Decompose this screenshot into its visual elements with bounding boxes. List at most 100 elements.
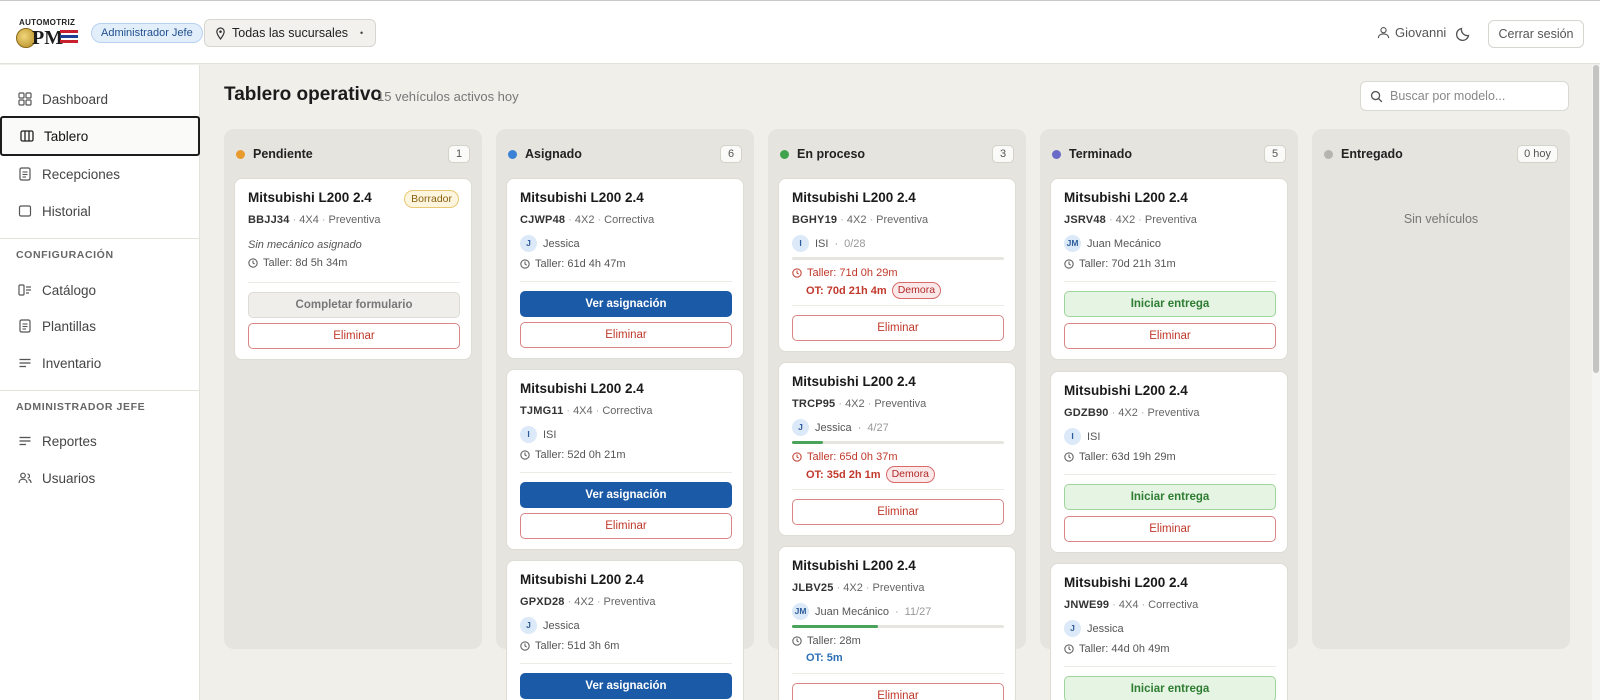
card-model: Mitsubishi L200 2.4 [520,381,644,396]
scrollbar-thumb[interactable] [1593,65,1599,373]
catalog-icon [18,284,31,296]
view-assignment-button[interactable]: Ver asignación [520,673,732,699]
complete-form-button[interactable]: Completar formulario [248,292,460,318]
delete-button[interactable]: Eliminar [792,499,1004,525]
users-icon [18,472,32,484]
status-dot [236,149,245,159]
vehicle-card[interactable]: Mitsubishi L200 2.4 Borrador BBJJ34 · 4X4 ·… [234,178,472,360]
card-model: Mitsubishi L200 2.4 [792,374,916,389]
avatar: J [520,235,537,252]
avatar: I [520,426,537,443]
card-type: Preventiva [872,582,925,594]
avatar: JM [1064,235,1081,252]
clock-icon [1064,644,1074,654]
status-dot [1052,149,1061,159]
column-count: 1 [448,145,470,163]
vehicle-card[interactable]: Mitsubishi L200 2.4 JNWE99 · 4X4 · Correctiv… [1050,563,1288,700]
progress-fill [792,441,824,444]
card-divider [792,673,1004,674]
card-divider [792,305,1004,306]
workshop-time-label: Taller: 63d 19h 29m [1079,451,1176,463]
ot-time: OT: 35d 2h 1m Demora [806,466,935,483]
card-traction: 4X2 [574,596,594,608]
clock-icon [792,452,802,462]
vehicle-card[interactable]: Mitsubishi L200 2.4 TRCP95 · 4X2 · Preventiv… [778,362,1016,536]
workshop-time-label: Taller: 70d 21h 31m [1079,258,1176,270]
user-name: Giovanni [1395,25,1447,40]
vehicle-card[interactable]: Mitsubishi L200 2.4 CJWP48 · 4X2 · Correctiv… [506,178,744,359]
company-logo[interactable]: AUTOMOTRIZ PM [16,16,80,50]
column-header: Terminado 5 [1052,145,1286,163]
delete-button[interactable]: Eliminar [792,683,1004,700]
sidebar-item-tablero[interactable]: Tablero [0,116,200,156]
sidebar-item-plantillas[interactable]: Plantillas [0,307,200,345]
sidebar-item-usuarios[interactable]: Usuarios [0,459,200,497]
card-meta: GPXD28 · 4X2 · Preventiva [520,596,656,608]
delete-button[interactable]: Eliminar [520,513,732,539]
card-model: Mitsubishi L200 2.4 [248,190,372,205]
workshop-time: Taller: 28m [792,635,861,647]
column-count: 3 [992,145,1014,163]
sidebar-item-reportes[interactable]: Reportes [0,422,200,460]
clock-icon [248,258,258,268]
sidebar-item-dashboard[interactable]: Dashboard [0,80,200,118]
search-box[interactable] [1360,81,1569,111]
sidebar-item-catalogo[interactable]: Catálogo [0,271,200,309]
card-traction: 4X2 [1115,214,1136,226]
card-traction: 4X2 [845,398,865,410]
sidebar-item-label: Usuarios [42,470,96,486]
vehicle-card[interactable]: Mitsubishi L200 2.4 BGHY19 · 4X2 · Preventiv… [778,178,1016,352]
delete-button[interactable]: Eliminar [1064,323,1276,349]
theme-toggle-button[interactable] [1455,25,1474,43]
card-divider [520,472,732,473]
column-header: En proceso 3 [780,145,1014,163]
task-separator: · [895,605,899,618]
page-scrollbar[interactable] [1592,65,1600,700]
sidebar-item-historial[interactable]: Historial [0,192,200,230]
sidebar-divider [0,390,199,391]
section-title-config: CONFIGURACIÓN [16,249,114,261]
branch-select-value: Todas las sucursales [232,26,349,40]
card-type: Correctiva [602,405,653,417]
card-model: Mitsubishi L200 2.4 [520,572,644,587]
mechanic: JM Juan Mecánico · 11/27 [792,603,931,620]
mechanic-name: ISI [815,237,829,250]
card-traction: 4X2 [574,214,595,226]
card-type: Preventiva [603,596,656,608]
start-delivery-button[interactable]: Iniciar entrega [1064,676,1276,700]
branch-select[interactable]: Todas las sucursales • [204,19,377,47]
user-menu[interactable]: Giovanni [1377,25,1446,40]
column-title: Terminado [1069,147,1132,161]
card-divider [1064,281,1276,282]
start-delivery-button[interactable]: Iniciar entrega [1064,291,1276,317]
workshop-time: Taller: 65d 0h 37m [792,451,898,463]
status-dot [508,149,517,159]
search-icon [1370,90,1383,102]
user-icon [1377,27,1390,39]
search-input[interactable] [1390,89,1560,103]
workshop-time-label: Taller: 71d 0h 29m [807,267,898,279]
delete-button[interactable]: Eliminar [520,322,732,348]
clock-icon [520,641,530,651]
vehicle-card[interactable]: Mitsubishi L200 2.4 TJMG11 · 4X4 · Correctiv… [506,369,744,550]
column-header: Entregado 0 hoy [1324,145,1558,163]
sidebar-item-label: Recepciones [42,166,121,182]
start-delivery-button[interactable]: Iniciar entrega [1064,484,1276,510]
delete-button[interactable]: Eliminar [248,323,460,349]
avatar: I [1064,428,1081,445]
workshop-time: Taller: 8d 5h 34m [248,257,347,269]
vehicle-card[interactable]: Mitsubishi L200 2.4 GDZB90 · 4X2 · Preventiv… [1050,371,1288,553]
card-model: Mitsubishi L200 2.4 [1064,190,1188,205]
view-assignment-button[interactable]: Ver asignación [520,291,732,317]
sidebar-item-inventario[interactable]: Inventario [0,344,200,382]
delete-button[interactable]: Eliminar [1064,516,1276,542]
vehicle-card[interactable]: Mitsubishi L200 2.4 JLBV25 · 4X2 · Preventiv… [778,546,1016,700]
workshop-time-label: Taller: 65d 0h 37m [807,451,898,463]
vehicle-card[interactable]: Mitsubishi L200 2.4 JSRV48 · 4X2 · Preventiv… [1050,178,1288,360]
vehicle-card[interactable]: Mitsubishi L200 2.4 GPXD28 · 4X2 · Preventiv… [506,560,744,700]
card-type: Correctiva [1148,599,1199,611]
sidebar-item-recepciones[interactable]: Recepciones [0,155,200,193]
view-assignment-button[interactable]: Ver asignación [520,482,732,508]
logout-button[interactable]: Cerrar sesión [1488,20,1584,48]
delete-button[interactable]: Eliminar [792,315,1004,341]
